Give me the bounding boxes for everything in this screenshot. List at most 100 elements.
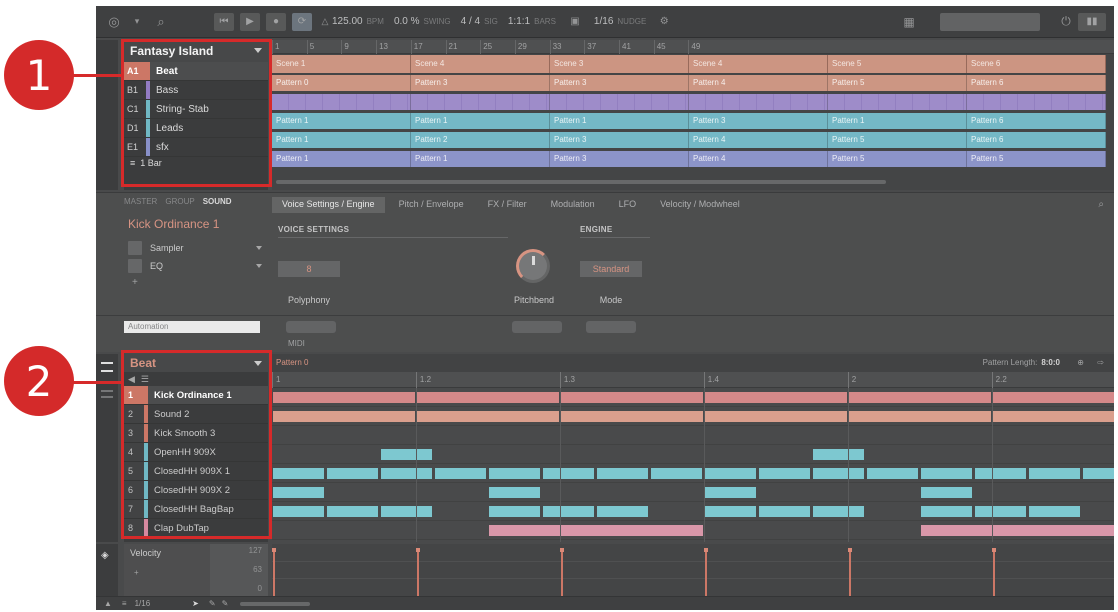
note-event[interactable]	[326, 506, 378, 517]
step-grid-icon[interactable]: ≡	[122, 599, 127, 608]
note-event[interactable]	[326, 468, 378, 479]
note-event[interactable]	[758, 468, 810, 479]
note-event[interactable]	[380, 449, 432, 460]
note-event[interactable]	[920, 468, 972, 479]
note-event[interactable]	[704, 411, 847, 422]
keyboard-view-icon[interactable]	[101, 390, 113, 398]
pattern-clip[interactable]	[689, 94, 828, 110]
note-event[interactable]	[974, 506, 1026, 517]
parameter-tab[interactable]: FX / Filter	[478, 197, 537, 213]
note-event[interactable]	[704, 468, 756, 479]
scene-cell[interactable]: Scene 1	[272, 55, 411, 73]
note-event[interactable]	[1082, 468, 1114, 479]
pattern-length[interactable]: Pattern Length: 8:0:0	[983, 354, 1060, 372]
grid-value[interactable]: 1/16	[594, 16, 613, 27]
macro-pill-2[interactable]	[586, 321, 636, 333]
note-event[interactable]	[434, 468, 486, 479]
note-event[interactable]	[488, 506, 540, 517]
velocity-handle[interactable]	[703, 548, 708, 552]
note-event[interactable]	[920, 506, 972, 517]
add-mod-icon[interactable]: +	[134, 568, 139, 577]
macro-pill[interactable]	[512, 321, 562, 333]
pattern-clip[interactable]: Pattern 4	[689, 75, 828, 91]
pattern-ruler[interactable]: 1 1.2 1.3 1.4 2 2.2	[272, 372, 1114, 388]
note-event[interactable]	[812, 506, 864, 517]
pattern-clip[interactable]: Pattern 3	[689, 113, 828, 129]
pattern-clip[interactable]: Pattern 3	[550, 132, 689, 148]
eraser-tool-icon[interactable]: ✎	[222, 599, 229, 608]
pattern-clip[interactable]: Pattern 6	[967, 113, 1106, 129]
note-event[interactable]	[488, 525, 703, 536]
record-button[interactable]: ●	[266, 12, 286, 31]
pattern-clip[interactable]: Pattern 5	[828, 132, 967, 148]
scene-cell[interactable]: Scene 4	[411, 55, 550, 73]
note-event[interactable]	[273, 392, 415, 403]
search-icon[interactable]: ⌕	[1098, 199, 1104, 210]
note-event[interactable]	[416, 411, 559, 422]
play-button[interactable]: ▶	[240, 12, 260, 31]
note-lane[interactable]	[272, 464, 1114, 483]
note-event[interactable]	[992, 411, 1114, 422]
pattern-clip[interactable]: Pattern 6	[967, 132, 1106, 148]
note-event[interactable]	[560, 411, 703, 422]
tempo-value[interactable]: 125.00	[332, 16, 363, 27]
signature-value[interactable]: 4 / 4	[461, 16, 480, 27]
pattern-view-icon[interactable]	[101, 362, 113, 372]
pitchbend-knob[interactable]	[516, 249, 550, 283]
note-event[interactable]	[704, 506, 756, 517]
note-event[interactable]	[596, 468, 648, 479]
pencil-tool-icon[interactable]: ✎	[209, 599, 216, 608]
pattern-clip[interactable]: Pattern 5	[828, 75, 967, 91]
pattern-clip[interactable]	[828, 94, 967, 110]
tab-group[interactable]: GROUP	[165, 197, 194, 206]
scene-cell[interactable]: Scene 6	[967, 55, 1106, 73]
collapse-icon[interactable]: ▲	[104, 599, 112, 608]
dragger-icon[interactable]: ⇨	[1097, 354, 1104, 372]
note-lane[interactable]	[272, 521, 1114, 540]
arranger-scrollbar[interactable]	[276, 180, 886, 184]
note-event[interactable]	[704, 487, 756, 498]
parameter-tab[interactable]: Voice Settings / Engine	[272, 197, 385, 213]
pattern-clip[interactable]: Pattern 5	[828, 151, 967, 167]
keyboard-icon[interactable]: ▦	[898, 11, 920, 33]
note-event[interactable]	[1028, 468, 1080, 479]
note-event[interactable]	[848, 392, 991, 403]
plugin-slot-sampler[interactable]: Sampler	[124, 239, 268, 256]
note-event[interactable]	[974, 468, 1026, 479]
note-event[interactable]	[812, 468, 864, 479]
pattern-clip[interactable]: Pattern 0	[272, 75, 411, 91]
pattern-clip[interactable]: Pattern 4	[689, 151, 828, 167]
pattern-clip[interactable]	[411, 94, 550, 110]
select-tool-icon[interactable]: ➤	[192, 599, 199, 608]
note-event[interactable]	[416, 392, 559, 403]
note-event[interactable]	[380, 468, 432, 479]
polyphony-value[interactable]: 8	[278, 261, 340, 277]
metronome-icon[interactable]: △	[318, 11, 332, 33]
search-icon[interactable]: ⌕	[148, 11, 174, 33]
note-event[interactable]	[273, 468, 324, 479]
pattern-clip[interactable]: Pattern 1	[828, 113, 967, 129]
velocity-handle[interactable]	[415, 548, 420, 552]
note-event[interactable]	[812, 449, 864, 460]
note-event[interactable]	[704, 392, 847, 403]
velocity-bar[interactable]	[992, 550, 995, 596]
note-event[interactable]	[848, 411, 991, 422]
arranger-ruler[interactable]: 1 5 9 13 17 21 25 29 33 37 41 45 49	[272, 40, 1114, 54]
loop-button[interactable]: ⟳	[292, 12, 312, 31]
note-lane[interactable]	[272, 407, 1114, 426]
note-event[interactable]	[992, 392, 1114, 403]
pattern-clip[interactable]: Pattern 1	[550, 113, 689, 129]
pattern-clip[interactable]: Pattern 6	[967, 75, 1106, 91]
maschine-logo-icon[interactable]: ◎	[102, 11, 126, 33]
note-lane[interactable]	[272, 426, 1114, 445]
zoom-in-icon[interactable]: ⊕	[1077, 354, 1084, 372]
velocity-handle[interactable]	[991, 548, 996, 552]
scene-cell[interactable]: Scene 3	[550, 55, 689, 73]
pattern-clip[interactable]: Pattern 1	[272, 132, 411, 148]
velocity-handle[interactable]	[847, 548, 852, 552]
pattern-clip[interactable]: Pattern 4	[689, 132, 828, 148]
pattern-clip[interactable]	[272, 94, 411, 110]
pattern-clip[interactable]: Pattern 1	[411, 151, 550, 167]
note-lane[interactable]	[272, 388, 1114, 407]
velocity-lane[interactable]	[272, 544, 1114, 596]
